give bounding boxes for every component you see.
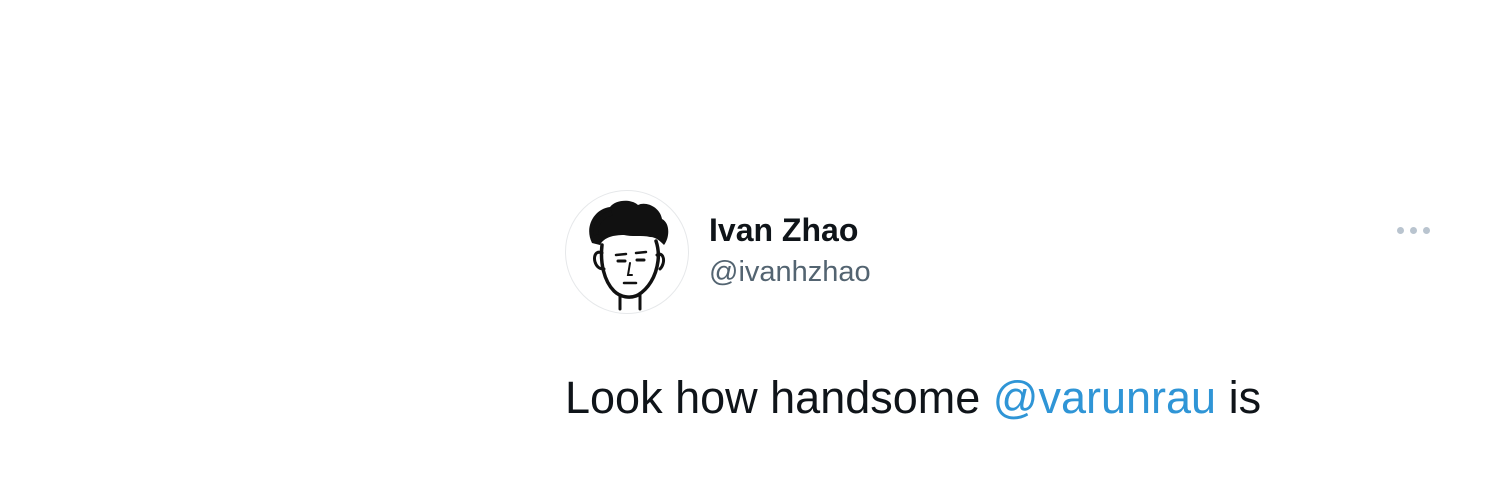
more-options-button[interactable] (1385, 212, 1441, 248)
cartoon-face-avatar-icon (589, 200, 669, 311)
author-avatar[interactable] (565, 190, 689, 314)
tweet-canvas: Ivan Zhao @ivanhzhao Look how handsome @… (0, 0, 1500, 500)
tweet-text: Look how handsome @varunrau is (565, 368, 1261, 428)
author-display-name[interactable]: Ivan Zhao (709, 208, 871, 252)
more-dot (1422, 226, 1430, 234)
mention-link[interactable]: @varunrau (993, 372, 1216, 423)
author-info: Ivan Zhao @ivanhzhao (709, 208, 871, 292)
more-horizontal-icon (1396, 226, 1404, 234)
author-handle[interactable]: @ivanhzhao (709, 252, 871, 292)
tweet-text-after: is (1216, 372, 1262, 423)
tweet-card: Ivan Zhao @ivanhzhao Look how handsome @… (565, 190, 1445, 440)
more-dot (1409, 226, 1417, 234)
tweet-text-before: Look how handsome (565, 372, 993, 423)
